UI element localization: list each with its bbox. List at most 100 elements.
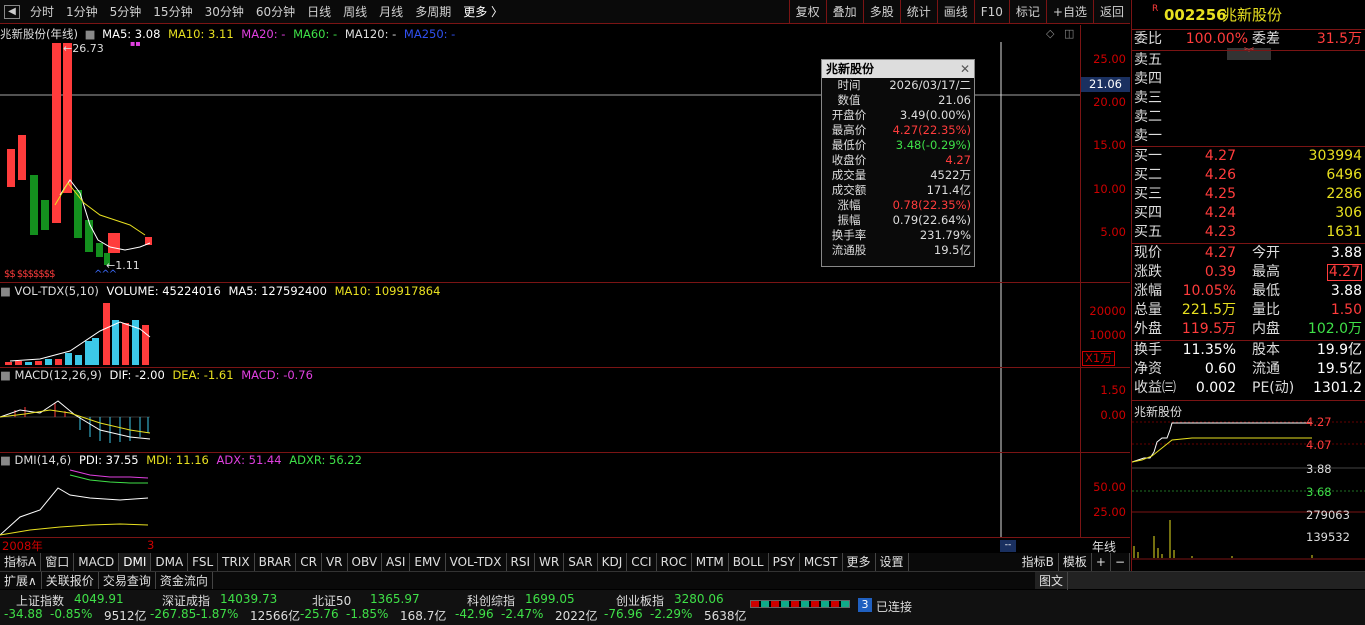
dmi-mdi: MDI: 11.16 — [146, 453, 209, 467]
dmi-pdi: PDI: 37.55 — [78, 453, 139, 467]
indicator-tab[interactable]: MCST — [800, 553, 843, 571]
toolbar-button[interactable]: 标记 — [1008, 0, 1046, 24]
indicator-tab[interactable]: BOLL — [729, 553, 769, 571]
period-tab[interactable]: 日线 — [301, 0, 337, 24]
index-pct: -1.87% — [196, 607, 239, 621]
buy-level-label: 买四 — [1134, 205, 1162, 221]
toolbar-button[interactable]: 叠加 — [825, 0, 863, 24]
indicator-tab[interactable]: PSY — [769, 553, 800, 571]
function-button[interactable]: 关联报价 — [42, 572, 99, 589]
info-marks[interactable]: ^^^ — [94, 269, 117, 280]
indicator-tab[interactable]: CR — [296, 553, 322, 571]
indicator-tab[interactable]: BRAR — [255, 553, 297, 571]
vol-title: VOL-TDX(5,10) — [14, 284, 99, 298]
function-button[interactable]: 扩展∧ — [0, 572, 42, 589]
indicator-tab[interactable]: KDJ — [598, 553, 628, 571]
indicator-tab[interactable]: DMA — [151, 553, 189, 571]
indicator-tab[interactable]: CCI — [627, 553, 657, 571]
dividend-marks[interactable]: $$ $$$$$$$ — [4, 269, 55, 280]
buy-level: 买三 4.25 2286 — [1132, 185, 1365, 204]
buy-level-price: 4.27 — [1204, 148, 1236, 164]
stat-value2: 102.0万 — [1307, 321, 1362, 337]
indicator-tab[interactable]: RSI — [507, 553, 536, 571]
sell-level: 卖一 — [1132, 127, 1365, 146]
period-tab[interactable]: 30分钟 — [199, 0, 250, 24]
indicator-tab[interactable]: 指标A — [0, 553, 42, 571]
settings-icon[interactable]: ■ — [0, 453, 11, 467]
buy-level-vol: 2286 — [1326, 186, 1362, 202]
stat-value: 4.27 — [1204, 245, 1236, 261]
indicator-tab[interactable]: VOL-TDX — [446, 553, 507, 571]
indicator-control[interactable]: − — [1111, 553, 1130, 571]
indicator-control[interactable]: + — [1092, 553, 1111, 571]
stat2-value: 11.35% — [1182, 342, 1236, 358]
indicator-tab[interactable]: 窗口 — [41, 553, 75, 571]
indicator-control[interactable]: 模板 — [1059, 553, 1092, 571]
indicator-tab[interactable]: 更多 — [843, 553, 876, 571]
indicator-tab[interactable]: MTM — [692, 553, 729, 571]
period-tab[interactable]: 分时 — [24, 0, 60, 24]
indicator-tab[interactable]: WR — [535, 553, 565, 571]
period-tab[interactable]: 多周期 — [409, 0, 457, 24]
chart-area[interactable]: 兆新股份(年线) ■ MA5: 3.08 MA10: 3.11 MA20: - … — [0, 25, 1130, 554]
toolbar-button[interactable]: 返回 — [1092, 0, 1130, 24]
weicha-label: 委差 — [1252, 31, 1280, 47]
popup-value: 2026/03/17/二 — [889, 78, 971, 92]
stat-label2: 今开 — [1252, 245, 1280, 261]
r-badge: R — [1152, 4, 1159, 14]
popup-header: 兆新股份 ✕ — [822, 60, 974, 78]
indicator-tab[interactable]: FSL — [188, 553, 219, 571]
buy-level-vol: 303994 — [1308, 148, 1362, 164]
indicator-tab[interactable]: OBV — [348, 553, 383, 571]
indicator-tab[interactable]: VR — [322, 553, 348, 571]
stat-label: 现价 — [1134, 245, 1162, 261]
buy-level-price: 4.24 — [1204, 205, 1236, 221]
tuwen-button[interactable]: 图文 — [1035, 572, 1069, 590]
period-tab[interactable]: 5分钟 — [104, 0, 148, 24]
toolbar-button[interactable]: +自选 — [1045, 0, 1093, 24]
popup-value: 4.27 — [945, 153, 971, 167]
toolbar-button[interactable]: 统计 — [899, 0, 937, 24]
indicator-tab[interactable]: SAR — [564, 553, 598, 571]
sell-level-label: 卖一 — [1134, 128, 1162, 144]
stat2-label2: PE(动) — [1252, 380, 1295, 396]
indicator-tab[interactable]: ROC — [657, 553, 692, 571]
popup-label: 最低价 — [831, 138, 867, 152]
connection-status[interactable]: 已连接 — [876, 598, 912, 615]
period-tab[interactable]: 60分钟 — [250, 0, 301, 24]
candles — [7, 43, 152, 265]
dmi-legend: ■ DMI(14,6) PDI: 37.55 MDI: 11.16 ADX: 5… — [0, 452, 362, 468]
toolbar-button[interactable]: 多股 — [862, 0, 900, 24]
function-button[interactable]: 交易查询 — [99, 572, 156, 589]
indicator-tab[interactable]: EMV — [410, 553, 446, 571]
function-button[interactable]: 资金流向 — [156, 572, 213, 589]
period-tab[interactable]: 15分钟 — [147, 0, 198, 24]
popup-value: 3.48(-0.29%) — [895, 138, 971, 152]
period-tab[interactable]: 更多 〉 — [457, 0, 509, 24]
indicator-tab[interactable]: TRIX — [218, 553, 255, 571]
indicator-tab[interactable]: ASI — [382, 553, 411, 571]
toolbar-button[interactable]: 复权 — [788, 0, 826, 24]
toolbar-button[interactable]: 画线 — [936, 0, 974, 24]
macd-legend: ■ MACD(12,26,9) DIF: -2.00 DEA: -1.61 MA… — [0, 367, 313, 383]
weicha-value: 31.5万 — [1316, 31, 1362, 47]
close-icon[interactable]: ✕ — [960, 60, 970, 78]
vol-value: VOLUME: 45224016 — [106, 284, 221, 298]
period-tab[interactable]: 月线 — [373, 0, 409, 24]
popup-row: 数值 21.06 — [822, 93, 974, 108]
crosshair-value: 21.06 — [1081, 77, 1130, 92]
indicator-tab[interactable]: DMI — [119, 553, 152, 571]
indicator-tab[interactable]: 设置 — [876, 553, 909, 571]
period-tab[interactable]: 1分钟 — [60, 0, 104, 24]
period-tab[interactable]: 周线 — [337, 0, 373, 24]
popup-row: 最高价 4.27(22.35%) — [822, 123, 974, 138]
settings-icon[interactable]: ■ — [0, 368, 11, 382]
settings-icon[interactable]: ■ — [0, 284, 11, 298]
indicator-tab[interactable]: MACD — [74, 553, 120, 571]
mini-y3: 3.88 — [1306, 462, 1332, 476]
indicator-control[interactable]: 指标B — [1018, 553, 1059, 571]
stat-row: 涨幅 10.05% 最低 3.88 — [1132, 282, 1365, 301]
macd-title: MACD(12,26,9) — [14, 368, 102, 382]
menu-icon[interactable]: ◀ — [4, 4, 20, 19]
toolbar-button[interactable]: F10 — [973, 0, 1009, 24]
